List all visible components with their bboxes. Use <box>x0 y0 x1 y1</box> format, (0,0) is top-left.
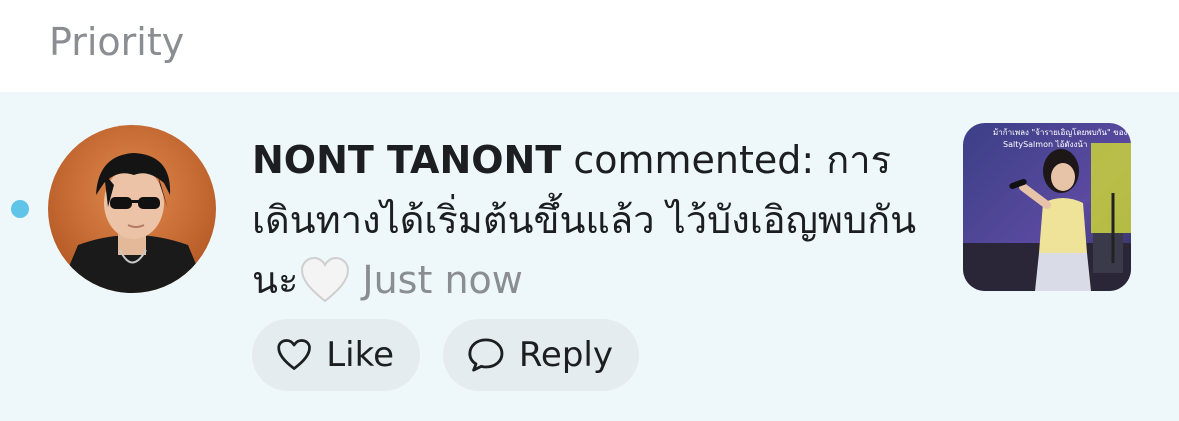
unread-indicator-dot <box>11 200 29 218</box>
user-name[interactable]: NONT TANONT <box>252 138 561 182</box>
post-thumbnail[interactable]: ม้าก้าเพลง "จ้ารายเอิญโดยพบกัน" ของพ พาเ… <box>963 123 1131 291</box>
thumbnail-caption-line1: ม้าก้าเพลง "จ้ารายเอิญโดยพบกัน" ของพ พาเ… <box>993 127 1131 137</box>
section-title: Priority <box>49 20 185 64</box>
timestamp: Just now <box>362 258 523 302</box>
like-label: Like <box>326 335 394 375</box>
notification-text: NONT TANONT commented: การเดินทางได้เริ่… <box>252 130 932 320</box>
heart-outline-icon <box>277 339 311 370</box>
speech-bubble-icon <box>468 338 504 372</box>
white-heart-emoji <box>300 256 350 320</box>
avatar[interactable] <box>48 125 216 293</box>
reply-label: Reply <box>518 335 613 375</box>
thumbnail-caption-line2: SaltySalmon ไอ้ดังงน้า <box>1003 140 1087 149</box>
notification-item[interactable]: NONT TANONT commented: การเดินทางได้เริ่… <box>0 92 1179 421</box>
reply-button[interactable]: Reply <box>443 319 639 391</box>
like-button[interactable]: Like <box>252 319 420 391</box>
notifications-section-header: Priority <box>0 0 1179 92</box>
